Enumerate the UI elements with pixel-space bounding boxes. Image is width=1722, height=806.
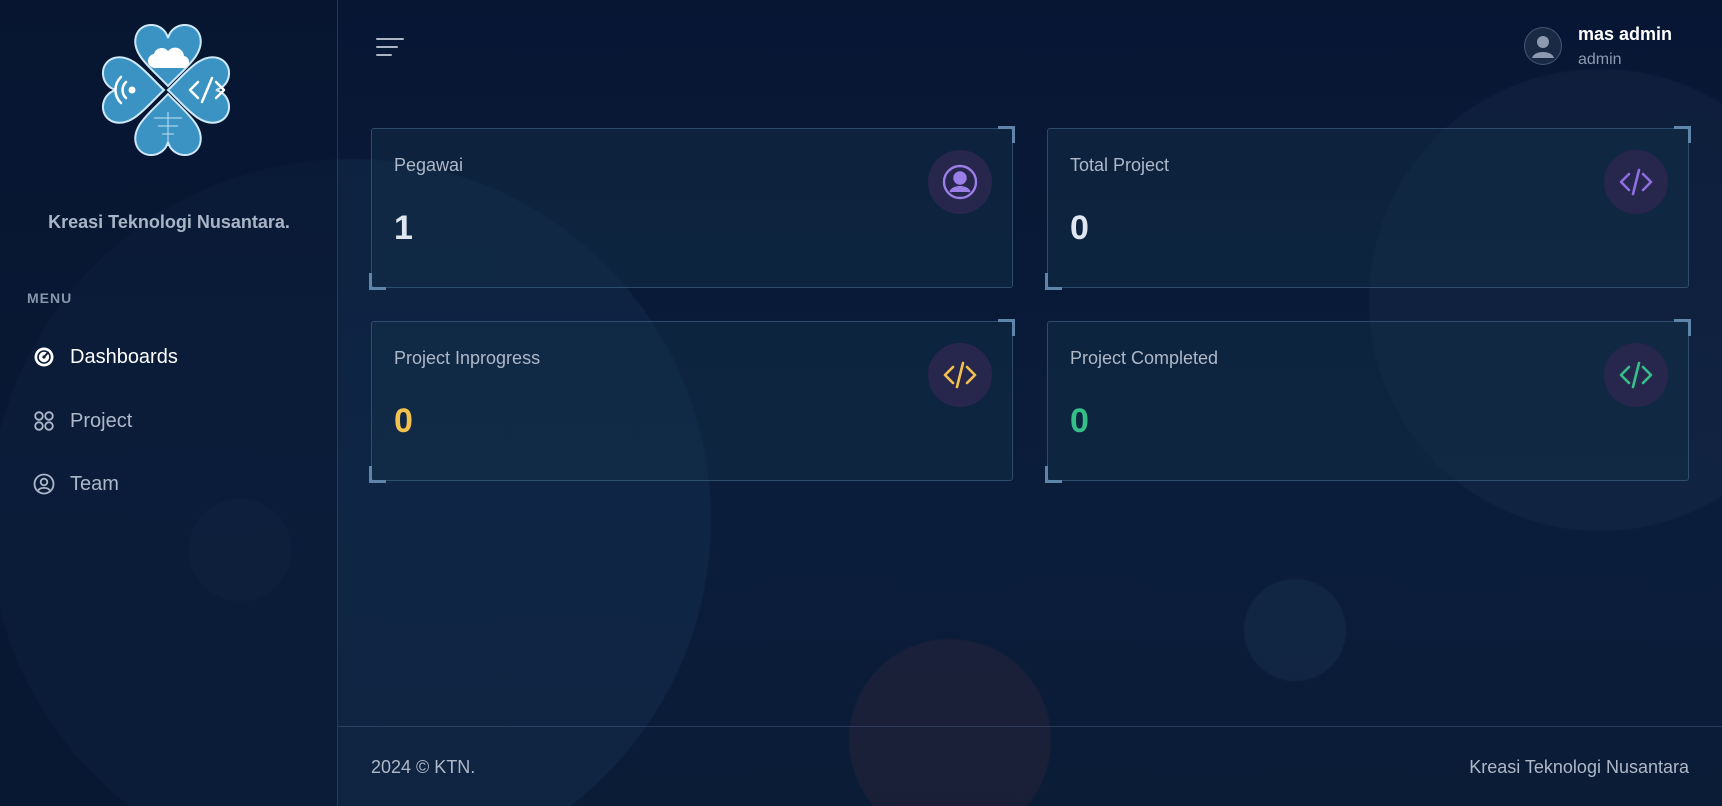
main-content: mas admin admin Pegawai 1 Total Project …	[338, 0, 1722, 806]
user-role: admin	[1577, 51, 1622, 68]
footer-company-name: Kreasi Teknologi Nusantara	[1469, 757, 1689, 777]
code-icon	[1604, 150, 1668, 214]
sidebar-item-label: Dashboards	[70, 345, 178, 368]
card-value: 1	[394, 209, 413, 247]
card-label: Project Inprogress	[394, 348, 541, 368]
code-icon	[1604, 343, 1668, 407]
footer-copyright: 2024 © KTN.	[371, 757, 476, 777]
stat-card-project-inprogress: Project Inprogress 0	[369, 319, 1015, 483]
sidebar-item-project[interactable]: Project	[32, 405, 132, 437]
brand-name: Kreasi Teknologi Nusantara.	[48, 212, 290, 232]
menu-toggle-button[interactable]	[376, 36, 404, 58]
company-logo	[96, 18, 240, 158]
sidebar-item-label: Project	[70, 409, 133, 432]
menu-section-title: MENU	[27, 290, 73, 306]
grid-circles-icon	[32, 409, 56, 433]
card-label: Pegawai	[394, 155, 464, 175]
sidebar: Kreasi Teknologi Nusantara. MENU Dashboa…	[0, 0, 338, 806]
user-circle-icon	[32, 472, 56, 496]
card-label: Project Completed	[1070, 348, 1219, 368]
card-value: 0	[1070, 209, 1089, 247]
hamburger-line	[376, 54, 392, 56]
sidebar-item-label: Team	[70, 472, 119, 495]
dashboard-gauge-icon	[32, 345, 56, 369]
hamburger-line	[376, 46, 398, 48]
card-label: Total Project	[1070, 155, 1170, 175]
hamburger-line	[376, 38, 404, 40]
footer: 2024 © KTN. Kreasi Teknologi Nusantara	[338, 726, 1722, 806]
user-circle-icon	[928, 150, 992, 214]
code-icon	[928, 343, 992, 407]
card-value: 0	[1070, 402, 1089, 440]
stat-card-project-completed: Project Completed 0	[1045, 319, 1691, 483]
sidebar-item-dashboards[interactable]: Dashboards	[32, 341, 178, 373]
user-name: mas admin	[1577, 24, 1672, 44]
sidebar-item-team[interactable]: Team	[32, 468, 119, 500]
stat-card-pegawai: Pegawai 1	[369, 126, 1015, 290]
user-menu[interactable]: mas admin admin	[1523, 24, 1672, 69]
avatar	[1523, 27, 1562, 65]
card-value: 0	[394, 402, 413, 440]
stat-card-total-project: Total Project 0	[1045, 126, 1691, 290]
